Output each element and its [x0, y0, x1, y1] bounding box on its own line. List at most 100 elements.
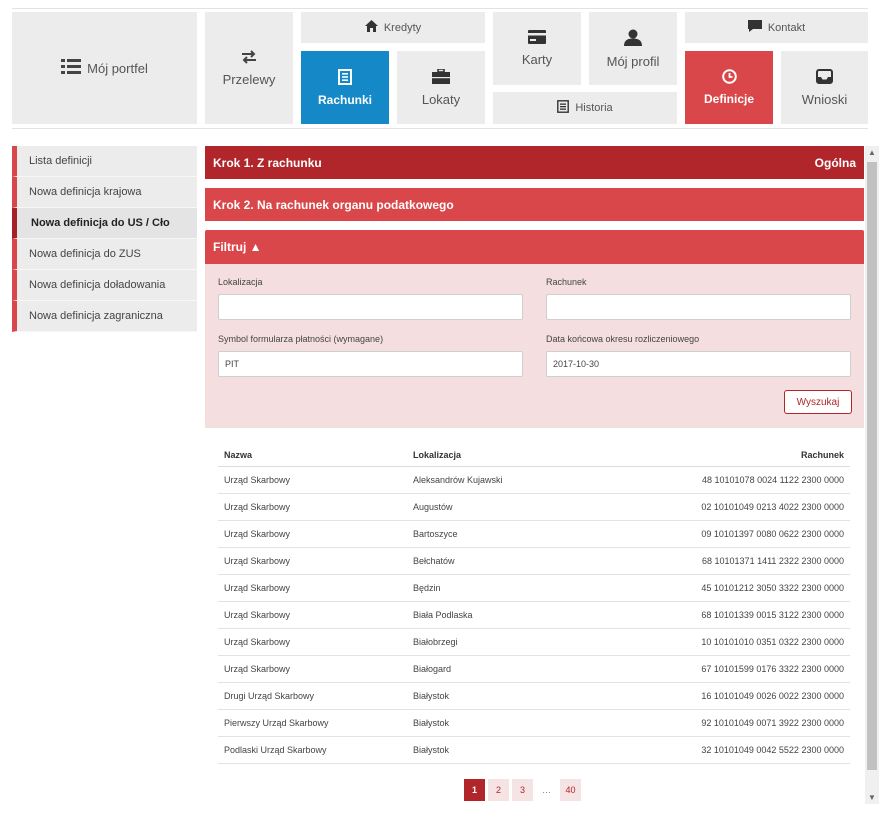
cell-account: 67 10101599 0176 3322 2300 0000: [701, 664, 844, 674]
cell-name: Drugi Urząd Skarbowy: [224, 691, 315, 701]
nav-applications-label: Wnioski: [801, 91, 848, 107]
page-40-button[interactable]: 40: [560, 779, 581, 801]
table-row[interactable]: Urząd Skarbowy Biała Podlaska 68 10101339 …: [218, 602, 850, 629]
nav-definitions-tile[interactable]: Definicje: [685, 51, 773, 124]
cell-account: 02 10101049 0213 4022 2300 0000: [701, 502, 844, 512]
home-icon: [364, 20, 378, 35]
cell-location: Białystok: [413, 691, 450, 701]
cell-location: Bartoszyce: [413, 529, 458, 539]
inbox-icon: [816, 68, 833, 87]
nav-history-tile[interactable]: Historia: [493, 92, 677, 124]
nav-accounts-label: Rachunki: [317, 92, 372, 107]
step-1-account-type: Ogólna: [814, 155, 856, 170]
history-list-icon: [557, 100, 570, 116]
table-row[interactable]: Urząd Skarbowy Bełchatów 68 10101371 1411 …: [218, 548, 850, 575]
nav-history-label: Historia: [575, 102, 613, 114]
table-row[interactable]: Urząd Skarbowy Augustów 02 10101049 0213 4…: [218, 494, 850, 521]
sidebar-item-label: Nowa definicja do US / Cło: [31, 217, 170, 229]
user-icon: [624, 29, 642, 49]
scroll-down-arrow-icon[interactable]: ▼: [868, 793, 876, 802]
payment-symbol-label: Symbol formularza płatności (wymagane): [218, 334, 384, 344]
results-table: Nazwa Lokalizacja Rachunek Urząd Skarbow…: [218, 443, 850, 764]
sidebar-item-label: Nowa definicja doładowania: [29, 279, 166, 291]
sidebar-item-new-tax-customs[interactable]: Nowa definicja do US / Cło: [12, 208, 197, 239]
nav-profile-label: Mój profil: [606, 53, 660, 69]
table-row[interactable]: Urząd Skarbowy Białogard 67 10101599 0176 …: [218, 656, 850, 683]
cell-name: Urząd Skarbowy: [224, 556, 291, 566]
nav-contact-label: Kontakt: [767, 21, 806, 34]
nav-divider: [12, 128, 868, 129]
sidebar-item-new-topup[interactable]: Nowa definicja doładowania: [12, 270, 197, 301]
table-row[interactable]: Urząd Skarbowy Białobrzegi 10 10101010 035…: [218, 629, 850, 656]
nav-cards-tile[interactable]: Karty: [493, 12, 581, 85]
sidebar-item-new-foreign[interactable]: Nowa definicja zagraniczna: [12, 301, 197, 332]
search-button[interactable]: Wyszukaj: [784, 390, 852, 414]
page-1-button[interactable]: 1: [464, 779, 485, 801]
cell-location: Bełchatów: [413, 556, 455, 566]
cell-location: Biała Podlaska: [413, 610, 473, 620]
step-2-title: Krok 2. Na rachunek organu podatkowego: [213, 197, 454, 212]
cell-location: Białystok: [413, 718, 450, 728]
cell-account: 45 10101212 3050 3322 2300 0000: [701, 583, 844, 593]
clock-icon: [721, 69, 737, 87]
table-row[interactable]: Urząd Skarbowy Aleksandrów Kujawski 48 101…: [218, 467, 850, 494]
page-3-button[interactable]: 3: [512, 779, 533, 801]
step-1-header[interactable]: Krok 1. Z rachunku Ogólna: [205, 146, 864, 179]
nav-portfolio-tile[interactable]: Mój portfel: [12, 12, 197, 124]
sidebar-item-new-zus[interactable]: Nowa definicja do ZUS: [12, 239, 197, 270]
payment-symbol-input[interactable]: [218, 351, 523, 377]
table-row[interactable]: Urząd Skarbowy Bartoszyce 09 10101397 0080…: [218, 521, 850, 548]
nav-profile-tile[interactable]: Mój profil: [589, 12, 677, 85]
scrollbar-thumb[interactable]: [867, 162, 877, 770]
cell-account: 09 10101397 0080 0622 2300 0000: [701, 529, 844, 539]
table-row[interactable]: Drugi Urząd Skarbowy Białystok 16 10101049…: [218, 683, 850, 710]
nav-transfers-tile[interactable]: Przelewy: [205, 12, 293, 124]
cell-account: 92 10101049 0071 3922 2300 0000: [701, 718, 844, 728]
sidebar: Lista definicji Nowa definicja krajowa N…: [12, 146, 197, 332]
nav-deposits-tile[interactable]: Lokaty: [397, 51, 485, 124]
document-list-icon: [338, 68, 352, 88]
cell-account: 68 10101339 0015 3122 2300 0000: [701, 610, 844, 620]
table-header: Nazwa Lokalizacja Rachunek: [218, 443, 850, 467]
location-label: Lokalizacja: [218, 277, 263, 287]
nav-credits-tile[interactable]: Kredyty: [301, 12, 485, 43]
nav-portfolio-label: Mój portfel: [87, 60, 148, 76]
table-row[interactable]: Podlaski Urząd Skarbowy Białystok 32 10101…: [218, 737, 850, 764]
column-header-account: Rachunek: [800, 449, 844, 460]
account-label: Rachunek: [546, 277, 587, 287]
table-row[interactable]: Urząd Skarbowy Będzin 45 10101212 3050 332…: [218, 575, 850, 602]
briefcase-icon: [432, 67, 450, 87]
nav-applications-tile[interactable]: Wnioski: [781, 51, 868, 124]
cell-account: 32 10101049 0042 5522 2300 0000: [701, 745, 844, 755]
nav-definitions-label: Definicje: [703, 92, 754, 106]
table-row[interactable]: Pierwszy Urząd Skarbowy Białystok 92 10101…: [218, 710, 850, 737]
sidebar-item-new-domestic[interactable]: Nowa definicja krajowa: [12, 177, 197, 208]
arrows-exchange-icon: [240, 49, 258, 67]
cell-name: Urząd Skarbowy: [224, 502, 291, 512]
sidebar-item-label: Nowa definicja do ZUS: [29, 248, 141, 260]
cell-name: Urząd Skarbowy: [224, 529, 291, 539]
step-2-header[interactable]: Krok 2. Na rachunek organu podatkowego: [205, 188, 864, 221]
nav-cards-label: Karty: [521, 52, 553, 67]
filter-toggle[interactable]: Filtruj ▲: [205, 230, 864, 264]
nav-accounts-tile[interactable]: Rachunki: [301, 51, 389, 124]
page-2-button[interactable]: 2: [488, 779, 509, 801]
sidebar-item-label: Lista definicji: [29, 155, 92, 167]
step-1-title: Krok 1. Z rachunku: [213, 155, 322, 170]
scrollbar[interactable]: ▲ ▼: [865, 146, 879, 804]
sidebar-item-definition-list[interactable]: Lista definicji: [12, 146, 197, 177]
filter-title: Filtruj ▲: [213, 240, 262, 254]
period-end-date-input[interactable]: [546, 351, 851, 377]
column-header-name: Nazwa: [224, 449, 253, 460]
period-end-date-label: Data końcowa okresu rozliczeniowego: [546, 334, 700, 344]
scroll-up-arrow-icon[interactable]: ▲: [868, 148, 876, 157]
cell-name: Urząd Skarbowy: [224, 610, 291, 620]
nav-credits-label: Kredyty: [383, 21, 422, 34]
column-header-location: Lokalizacja: [413, 449, 462, 460]
cell-name: Urząd Skarbowy: [224, 475, 291, 485]
cell-name: Urząd Skarbowy: [224, 583, 291, 593]
account-input[interactable]: [546, 294, 851, 320]
location-input[interactable]: [218, 294, 523, 320]
nav-contact-tile[interactable]: Kontakt: [685, 12, 868, 43]
nav-deposits-label: Lokaty: [421, 91, 461, 107]
